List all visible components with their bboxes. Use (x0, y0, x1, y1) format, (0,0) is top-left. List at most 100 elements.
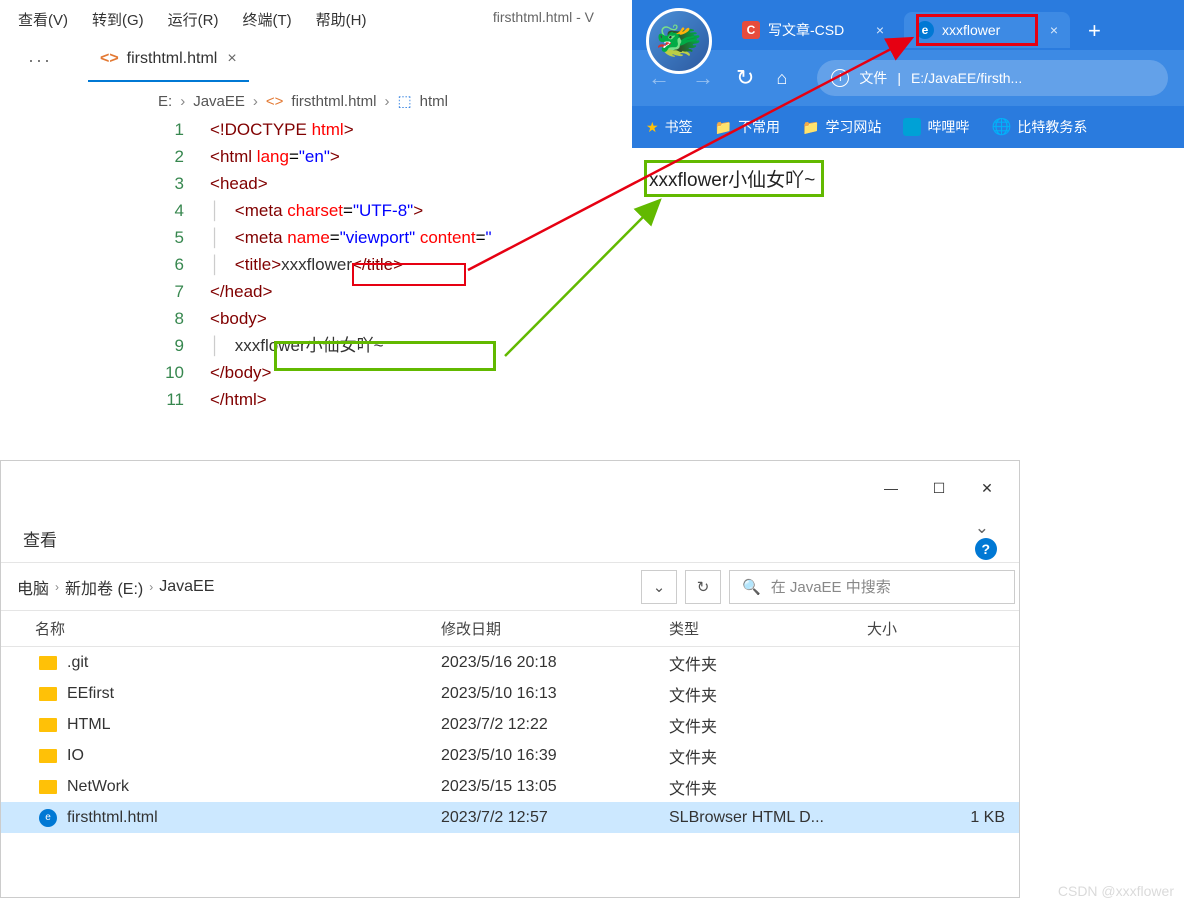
line-number: 6 (0, 251, 210, 278)
file-date: 2023/7/2 12:22 (441, 716, 669, 734)
menu-help[interactable]: 帮助(H) (316, 9, 367, 30)
bc-element[interactable]: html (420, 93, 448, 110)
browser-tab-active[interactable]: e xxxflower × (904, 12, 1070, 48)
col-type-header[interactable]: 类型 (669, 618, 867, 639)
tab-close-icon[interactable]: × (1050, 22, 1058, 38)
line-number: 10 (0, 359, 210, 386)
file-type: 文件夹 (669, 651, 867, 675)
tab-close-icon[interactable]: × (876, 22, 884, 38)
line-number: 2 (0, 143, 210, 170)
file-row[interactable]: .git2023/5/16 20:18文件夹 (1, 647, 1019, 678)
bookmark-item[interactable]: ★书签 (646, 117, 693, 137)
line-number: 1 (0, 116, 210, 143)
col-date-header[interactable]: 修改日期 (441, 618, 669, 639)
file-name: NetWork (1, 778, 441, 796)
explorer-address-row: 电脑› 新加卷 (E:)› JavaEE ⌄ ↻ 🔍 在 JavaEE 中搜索 (1, 563, 1019, 611)
chevron-right-icon: › (253, 93, 258, 110)
home-icon[interactable]: ⌂ (776, 68, 787, 89)
file-type: 文件夹 (669, 682, 867, 706)
file-date: 2023/5/10 16:13 (441, 685, 669, 703)
folder-icon: 📁 (715, 119, 732, 136)
file-date: 2023/7/2 12:57 (441, 809, 669, 827)
file-date: 2023/5/16 20:18 (441, 654, 669, 672)
refresh-button[interactable]: ↻ (685, 570, 721, 604)
ribbon-view-tab[interactable]: 查看 (23, 526, 57, 551)
browser-tab-csdn[interactable]: C 写文章-CSD × (730, 12, 896, 48)
file-row[interactable]: NetWork2023/5/15 13:05文件夹 (1, 771, 1019, 802)
help-icon[interactable]: ? (975, 538, 997, 560)
bookmark-item[interactable]: 📁不常用 (715, 117, 780, 137)
file-name: .git (1, 654, 441, 672)
explorer-titlebar: — ☐ ✕ (1, 461, 1019, 515)
col-size-header[interactable]: 大小 (867, 618, 1019, 639)
address-bar[interactable]: 电脑› 新加卷 (E:)› JavaEE (5, 570, 633, 604)
close-button[interactable]: ✕ (963, 470, 1011, 506)
folder-icon (39, 656, 57, 670)
edge-icon: e (916, 21, 934, 39)
file-name: EEfirst (1, 685, 441, 703)
html-file-icon: <> (266, 93, 284, 110)
file-row[interactable]: IO2023/5/10 16:39文件夹 (1, 740, 1019, 771)
info-icon[interactable]: i (831, 69, 849, 87)
url-path: E:/JavaEE/firsth... (911, 70, 1022, 86)
url-scheme: 文件 (859, 68, 887, 88)
file-name: HTML (1, 716, 441, 734)
vscode-title: firsthtml.html - V (493, 9, 594, 25)
minimize-button[interactable]: — (867, 470, 915, 506)
bilibili-icon (903, 118, 921, 136)
file-name: efirsthtml.html (1, 809, 441, 827)
menu-view[interactable]: 查看(V) (18, 9, 68, 30)
breadcrumb: E: › JavaEE › <> firsthtml.html › ⬚ html (0, 82, 632, 116)
menu-run[interactable]: 运行(R) (168, 9, 219, 30)
file-row[interactable]: HTML2023/7/2 12:22文件夹 (1, 709, 1019, 740)
explorer-ribbon: 查看 ⌄? (1, 515, 1019, 563)
maximize-button[interactable]: ☐ (915, 470, 963, 506)
file-type: SLBrowser HTML D... (669, 809, 867, 827)
column-headers: 名称 修改日期 类型 大小 (1, 611, 1019, 647)
more-tabs-icon[interactable]: ··· (28, 50, 52, 71)
file-size: 1 KB (867, 809, 1019, 827)
line-number: 8 (0, 305, 210, 332)
url-bar[interactable]: i 文件 | E:/JavaEE/firsth... (817, 60, 1168, 96)
bookmark-item[interactable]: 🌐比特教务系 (991, 117, 1087, 137)
browser-tabbar: C 写文章-CSD × e xxxflower × + (632, 0, 1184, 50)
line-number: 9 (0, 332, 210, 359)
bc-folder[interactable]: JavaEE (193, 93, 245, 110)
line-number: 5 (0, 224, 210, 251)
editor-tab-active[interactable]: <> firsthtml.html × (88, 38, 249, 82)
search-icon: 🔍 (742, 578, 761, 596)
html-file-icon: <> (100, 50, 119, 68)
tab-close-icon[interactable]: × (227, 50, 236, 68)
chevron-right-icon: › (384, 93, 389, 110)
file-date: 2023/5/10 16:39 (441, 747, 669, 765)
folder-icon (39, 687, 57, 701)
watermark: CSDN @xxxflower (1058, 883, 1174, 899)
bc-file[interactable]: firsthtml.html (291, 93, 376, 110)
profile-avatar[interactable]: 🐲 (646, 8, 712, 74)
browser-viewport: xxxflower小仙女吖~ (632, 148, 1184, 460)
chevron-down-icon[interactable]: ⌄ (975, 518, 989, 537)
code-editor[interactable]: 1<!DOCTYPE html> 2<html lang="en"> 3<hea… (0, 116, 632, 413)
line-number: 11 (0, 386, 210, 413)
page-text-annotated: xxxflower小仙女吖~ (644, 160, 824, 197)
bookmark-item[interactable]: 哔哩哔 (903, 117, 969, 137)
file-row[interactable]: efirsthtml.html2023/7/2 12:57SLBrowser H… (1, 802, 1019, 833)
csdn-icon: C (742, 21, 760, 39)
chevron-right-icon: › (180, 93, 185, 110)
bc-drive[interactable]: E: (158, 93, 172, 110)
file-list: .git2023/5/16 20:18文件夹EEfirst2023/5/10 1… (1, 647, 1019, 833)
html-file-icon: e (39, 809, 57, 827)
col-name-header[interactable]: 名称 (1, 618, 441, 639)
nav-reload-icon[interactable]: ↻ (736, 65, 754, 91)
address-dropdown-button[interactable]: ⌄ (641, 570, 677, 604)
search-input[interactable]: 🔍 在 JavaEE 中搜索 (729, 570, 1015, 604)
file-name: IO (1, 747, 441, 765)
menu-goto[interactable]: 转到(G) (92, 9, 144, 30)
bookmark-item[interactable]: 📁学习网站 (802, 117, 881, 137)
menu-terminal[interactable]: 终端(T) (243, 9, 292, 30)
new-tab-button[interactable]: + (1088, 18, 1101, 44)
chevron-right-icon: › (55, 580, 59, 594)
file-row[interactable]: EEfirst2023/5/10 16:13文件夹 (1, 678, 1019, 709)
globe-icon: 🌐 (991, 117, 1011, 137)
folder-icon (39, 749, 57, 763)
